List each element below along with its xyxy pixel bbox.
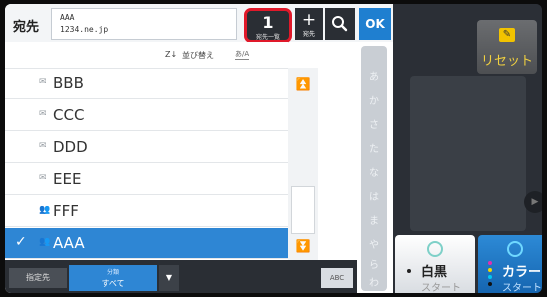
destination-count: 1 — [262, 13, 274, 32]
classification-value: すべて — [101, 279, 125, 288]
start-color-title: カラー — [502, 265, 542, 280]
dialog-footer: 指定先 分類 すべて ▼ ABC — [5, 260, 357, 293]
scroll-thumb[interactable] — [291, 186, 315, 234]
kana-index-item[interactable]: な — [361, 164, 387, 179]
sort-icon[interactable]: Z↓ — [165, 50, 177, 59]
ok-button[interactable]: OK — [359, 8, 391, 40]
reset-label: リセット — [480, 54, 533, 69]
contact-name: BBB — [53, 74, 84, 92]
address-line2: 1234.ne.jp — [60, 25, 109, 34]
destination-list-button[interactable]: 1 宛先一覧 — [244, 8, 292, 43]
kana-index-item[interactable]: た — [361, 140, 387, 155]
sort-bar: Z↓ 並び替え あ/A — [5, 42, 288, 69]
list-item[interactable]: ✉ CCC — [5, 100, 288, 131]
mail-icon: ✉ — [39, 173, 47, 183]
scrollbar[interactable]: ⏫ ⏬ — [288, 68, 318, 260]
contact-name: AAA — [53, 234, 85, 252]
start-bw-sub: スタート — [421, 283, 461, 293]
device-frame: ▶ ✎ リセット 白黒 スタート カラー スタート 宛先 AAA 1234.ne… — [0, 0, 547, 297]
kana-index-item[interactable]: ま — [361, 212, 387, 227]
kana-index-item[interactable]: さ — [361, 116, 387, 131]
kana-index-item[interactable]: は — [361, 188, 387, 203]
group-icon: 👥 — [39, 237, 51, 247]
list-item[interactable]: 👥 FFF — [5, 196, 288, 227]
search-icon — [332, 16, 348, 32]
destination-list-label: 宛先一覧 — [255, 34, 280, 41]
destination-type-button[interactable]: 指定先 — [9, 268, 67, 288]
address-book-dialog: 宛先 AAA 1234.ne.jp 1 宛先一覧 + 宛先 OK Z↓ 並び替え… — [5, 4, 393, 293]
add-destination-button[interactable]: + 宛先 — [295, 8, 323, 40]
start-diamond-icon — [427, 241, 443, 257]
address-line1: AAA — [60, 13, 75, 22]
abc-index-button[interactable]: ABC — [321, 268, 353, 288]
start-color-sub: スタート — [502, 283, 542, 293]
group-icon: 👥 — [39, 205, 51, 215]
contact-name: CCC — [53, 106, 85, 124]
kana-toggle-button[interactable]: あ/A — [235, 49, 250, 60]
dialog-header: 宛先 AAA 1234.ne.jp 1 宛先一覧 + 宛先 OK — [5, 4, 393, 43]
start-color-button[interactable]: カラー スタート — [478, 235, 542, 293]
add-destination-label: 宛先 — [302, 31, 315, 38]
check-icon: ✓ — [15, 234, 27, 250]
destination-label: 宛先 — [13, 20, 40, 35]
start-bw-button[interactable]: 白黒 スタート — [395, 235, 475, 293]
list-item-selected[interactable]: ✓ 👥 AAA — [5, 228, 288, 259]
start-diamond-icon — [507, 241, 523, 257]
list-item[interactable]: ✉ BBB — [5, 68, 288, 99]
scroll-bottom-icon[interactable]: ⏬ — [291, 234, 315, 258]
kana-index-item[interactable]: あ — [361, 68, 387, 83]
mail-icon: ✉ — [39, 77, 47, 87]
classification-select[interactable]: 分類 すべて — [69, 265, 157, 291]
contact-name: EEE — [53, 170, 82, 188]
destination-field[interactable]: AAA 1234.ne.jp — [51, 8, 237, 40]
kana-index-item[interactable]: や — [361, 236, 387, 251]
kana-index-bar: あ か さ た な は ま や ら わ — [361, 46, 387, 291]
list-item[interactable]: ✉ DDD — [5, 132, 288, 163]
scroll-top-icon[interactable]: ⏫ — [291, 72, 315, 96]
play-icon: ▶ — [524, 191, 542, 213]
contact-name: DDD — [53, 138, 88, 156]
kana-index: あ か さ た な は ま や ら わ — [357, 42, 393, 293]
eraser-icon: ✎ — [499, 28, 515, 42]
dropdown-arrow-icon[interactable]: ▼ — [159, 265, 179, 291]
touch-screen: ▶ ✎ リセット 白黒 スタート カラー スタート 宛先 AAA 1234.ne… — [5, 4, 542, 293]
mail-icon: ✉ — [39, 109, 47, 119]
classification-label: 分類 — [106, 269, 119, 276]
kana-index-item[interactable]: か — [361, 92, 387, 107]
contact-name: FFF — [53, 202, 79, 220]
start-bw-title: 白黒 — [421, 265, 448, 280]
mail-icon: ✉ — [39, 141, 47, 151]
sort-button[interactable]: 並び替え — [182, 50, 214, 61]
background-preview — [410, 76, 526, 231]
plus-icon: + — [301, 10, 317, 30]
kana-index-item[interactable]: ら — [361, 256, 387, 271]
kana-index-item[interactable]: わ — [361, 274, 387, 289]
search-button[interactable] — [325, 8, 355, 40]
list-item[interactable]: ✉ EEE — [5, 164, 288, 195]
reset-button[interactable]: ✎ リセット — [477, 20, 537, 74]
contact-list: ✉ BBB ✉ CCC ✉ DDD ✉ EEE 👥 FFF ✓ 👥 AAA — [5, 68, 288, 260]
